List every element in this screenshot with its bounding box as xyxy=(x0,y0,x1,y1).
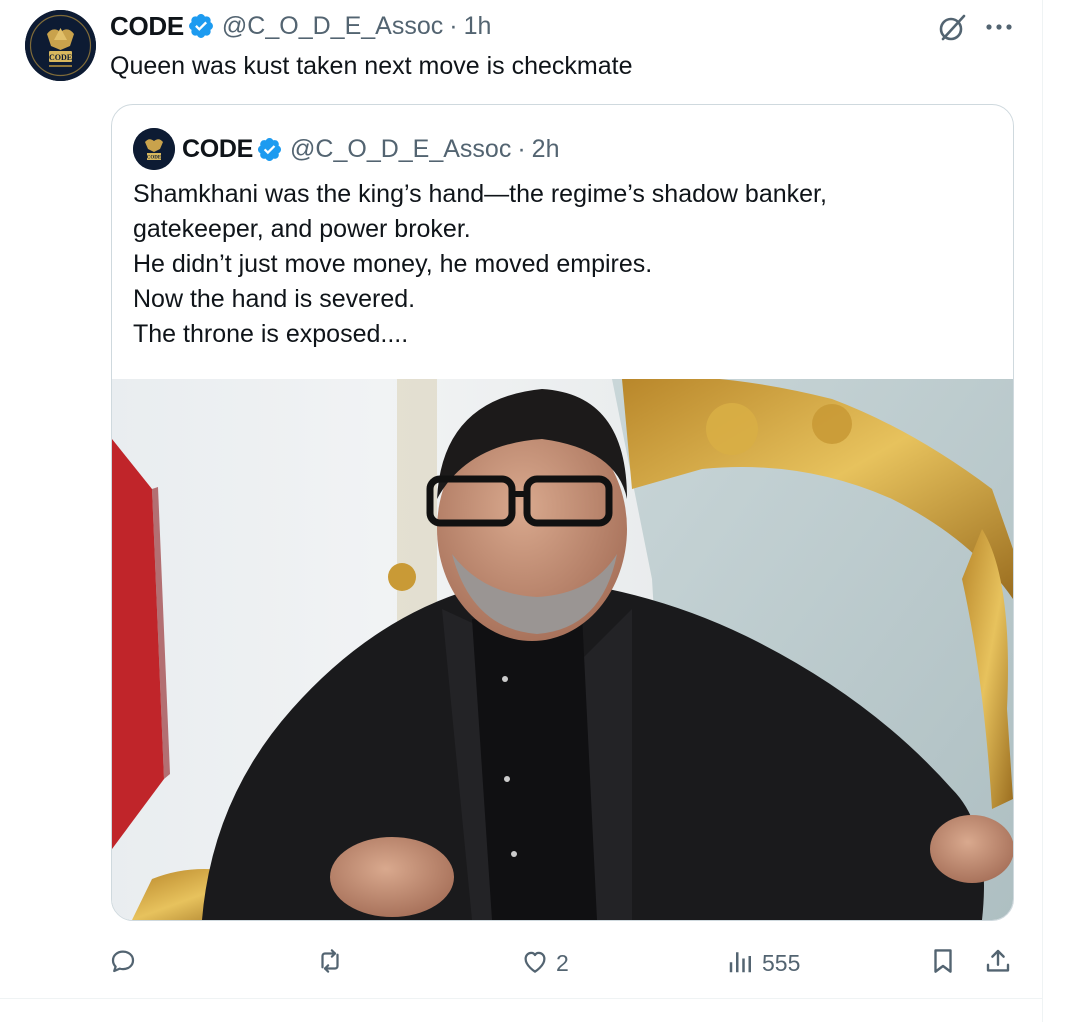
reply-icon xyxy=(108,946,138,981)
share-icon xyxy=(983,946,1013,981)
quoted-post-photo[interactable] xyxy=(112,379,1013,920)
separator-dot: · xyxy=(517,134,526,163)
repost-button[interactable] xyxy=(315,938,351,988)
author-handle[interactable]: @C_O_D_E_Assoc xyxy=(222,12,443,41)
bookmark-icon xyxy=(928,946,958,981)
post-header: CODE @C_O_D_E_Assoc · 1h xyxy=(110,8,491,44)
like-button[interactable]: 2 xyxy=(520,938,569,988)
verified-badge-icon[interactable] xyxy=(256,136,283,163)
quoted-text-line: He didn’t just move money, he moved empi… xyxy=(133,250,653,278)
separator-dot: · xyxy=(449,11,458,40)
bookmark-button[interactable] xyxy=(928,938,958,988)
share-button[interactable] xyxy=(983,938,1013,988)
quoted-text-line: gatekeeper, and power broker. xyxy=(133,215,471,243)
quoted-text-line: Now the hand is severed. xyxy=(133,285,416,313)
post-divider xyxy=(0,998,1042,999)
quoted-text-line: The throne is exposed.... xyxy=(133,320,409,348)
verified-badge-icon[interactable] xyxy=(187,12,215,40)
quoted-post-time[interactable]: 2h xyxy=(532,135,560,164)
repost-icon xyxy=(315,946,345,981)
like-icon xyxy=(520,946,550,981)
like-count: 2 xyxy=(556,949,569,976)
quoted-post-text: Shamkhani was the king’s hand—the regime… xyxy=(133,177,993,352)
action-bar: 2 555 xyxy=(0,938,1042,988)
author-avatar[interactable]: CODE xyxy=(25,10,96,81)
author-name[interactable]: CODE xyxy=(110,11,184,42)
quoted-post-header: CODE @C_O_D_E_Assoc · 2h xyxy=(182,131,559,167)
reply-button[interactable] xyxy=(108,938,144,988)
quoted-author-handle[interactable]: @C_O_D_E_Assoc xyxy=(290,135,511,164)
quoted-avatar-logo-text: CODE xyxy=(147,156,162,161)
column-divider xyxy=(1042,0,1043,1022)
views-count: 555 xyxy=(762,949,801,976)
post-time[interactable]: 1h xyxy=(464,12,492,41)
grok-icon[interactable] xyxy=(936,12,968,44)
more-options-icon[interactable] xyxy=(982,12,1016,42)
avatar-logo-text: CODE xyxy=(49,53,72,62)
views-icon xyxy=(726,946,756,981)
views-button[interactable]: 555 xyxy=(726,938,800,988)
post-text: Queen was kust taken next move is checkm… xyxy=(110,52,633,80)
quoted-author-name[interactable]: CODE xyxy=(182,135,253,164)
quoted-author-avatar[interactable]: CODE xyxy=(133,128,175,170)
quoted-post-card[interactable]: CODE CODE @C_O_D_E_Assoc · 2h Shamkhani … xyxy=(111,104,1014,921)
quoted-text-line: Shamkhani was the king’s hand—the regime… xyxy=(133,180,827,208)
